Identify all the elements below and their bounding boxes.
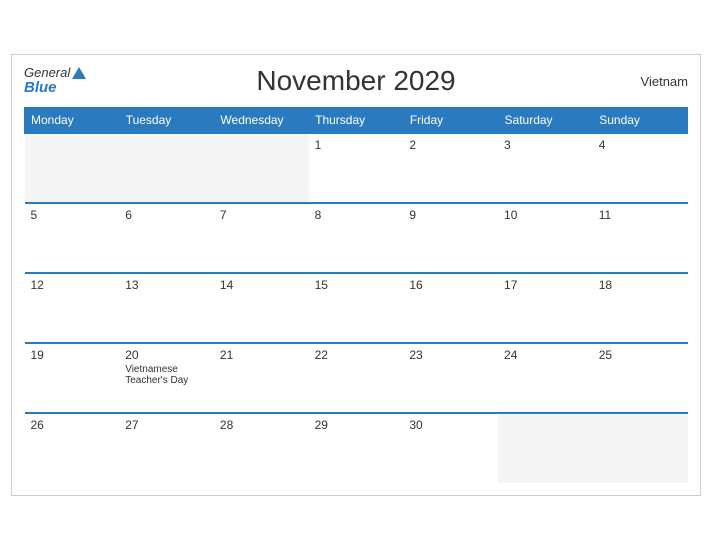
day-number: 12 bbox=[31, 278, 114, 292]
logo-blue-text: Blue bbox=[24, 80, 86, 97]
day-cell: 2 bbox=[403, 133, 498, 203]
day-cell: 12 bbox=[25, 273, 120, 343]
day-cell: 27 bbox=[119, 413, 214, 483]
day-cell: 7 bbox=[214, 203, 309, 273]
day-cell: 13 bbox=[119, 273, 214, 343]
day-number: 6 bbox=[125, 208, 208, 222]
weekday-tuesday: Tuesday bbox=[119, 108, 214, 134]
day-number: 23 bbox=[409, 348, 492, 362]
day-event: Vietnamese Teacher's Day bbox=[125, 364, 208, 386]
day-number: 11 bbox=[599, 208, 682, 222]
calendar-body: 1234567891011121314151617181920Vietnames… bbox=[25, 133, 688, 483]
day-number: 13 bbox=[125, 278, 208, 292]
day-cell: 26 bbox=[25, 413, 120, 483]
calendar-header: General Blue November 2029 Vietnam bbox=[24, 65, 688, 97]
day-number: 29 bbox=[315, 418, 398, 432]
day-number: 28 bbox=[220, 418, 303, 432]
day-number: 21 bbox=[220, 348, 303, 362]
day-cell: 5 bbox=[25, 203, 120, 273]
day-cell bbox=[119, 133, 214, 203]
day-cell: 4 bbox=[593, 133, 688, 203]
weekday-wednesday: Wednesday bbox=[214, 108, 309, 134]
day-number: 8 bbox=[315, 208, 398, 222]
day-cell: 18 bbox=[593, 273, 688, 343]
day-cell: 19 bbox=[25, 343, 120, 413]
day-cell bbox=[593, 413, 688, 483]
day-number: 30 bbox=[409, 418, 492, 432]
day-cell: 24 bbox=[498, 343, 593, 413]
calendar-title: November 2029 bbox=[256, 65, 455, 97]
calendar-country: Vietnam bbox=[641, 74, 688, 89]
day-cell bbox=[214, 133, 309, 203]
day-number: 2 bbox=[409, 138, 492, 152]
day-number: 20 bbox=[125, 348, 208, 362]
day-cell: 16 bbox=[403, 273, 498, 343]
day-cell: 3 bbox=[498, 133, 593, 203]
day-number: 9 bbox=[409, 208, 492, 222]
day-cell: 25 bbox=[593, 343, 688, 413]
weekday-saturday: Saturday bbox=[498, 108, 593, 134]
day-number: 18 bbox=[599, 278, 682, 292]
weekday-monday: Monday bbox=[25, 108, 120, 134]
day-number: 14 bbox=[220, 278, 303, 292]
day-number: 17 bbox=[504, 278, 587, 292]
day-number: 25 bbox=[599, 348, 682, 362]
week-row-1: 56789 10 11 bbox=[25, 203, 688, 273]
calendar-thead: Monday Tuesday Wednesday Thursday Friday… bbox=[25, 108, 688, 134]
day-cell: 11 bbox=[593, 203, 688, 273]
day-cell: 8 bbox=[309, 203, 404, 273]
day-cell: 21 bbox=[214, 343, 309, 413]
day-number: 3 bbox=[504, 138, 587, 152]
weekday-friday: Friday bbox=[403, 108, 498, 134]
day-number: 5 bbox=[31, 208, 114, 222]
weekday-sunday: Sunday bbox=[593, 108, 688, 134]
day-number: 22 bbox=[315, 348, 398, 362]
day-number: 26 bbox=[31, 418, 114, 432]
day-number: 15 bbox=[315, 278, 398, 292]
day-cell bbox=[498, 413, 593, 483]
day-number: 24 bbox=[504, 348, 587, 362]
day-cell: 28 bbox=[214, 413, 309, 483]
week-row-2: 12 13 14 15 16 17 18 bbox=[25, 273, 688, 343]
day-number: 10 bbox=[504, 208, 587, 222]
day-cell: 29 bbox=[309, 413, 404, 483]
day-cell: 20 Vietnamese Teacher's Day bbox=[119, 343, 214, 413]
week-row-0: 1234 bbox=[25, 133, 688, 203]
day-cell: 6 bbox=[119, 203, 214, 273]
day-cell: 14 bbox=[214, 273, 309, 343]
day-number: 4 bbox=[599, 138, 682, 152]
day-number: 1 bbox=[315, 138, 398, 152]
day-number: 16 bbox=[409, 278, 492, 292]
day-number: 27 bbox=[125, 418, 208, 432]
day-number: 19 bbox=[31, 348, 114, 362]
calendar-grid: Monday Tuesday Wednesday Thursday Friday… bbox=[24, 107, 688, 483]
day-cell: 10 bbox=[498, 203, 593, 273]
day-cell: 23 bbox=[403, 343, 498, 413]
logo-triangle-icon bbox=[72, 67, 86, 79]
logo: General Blue bbox=[24, 66, 86, 97]
calendar-container: General Blue November 2029 Vietnam Monda… bbox=[11, 54, 701, 496]
day-cell: 30 bbox=[403, 413, 498, 483]
day-cell: 1 bbox=[309, 133, 404, 203]
day-cell: 22 bbox=[309, 343, 404, 413]
week-row-4: 26 27 28 29 30 bbox=[25, 413, 688, 483]
week-row-3: 19 20 Vietnamese Teacher's Day 21 22 23 24 25 bbox=[25, 343, 688, 413]
weekday-thursday: Thursday bbox=[309, 108, 404, 134]
day-cell: 9 bbox=[403, 203, 498, 273]
day-number: 7 bbox=[220, 208, 303, 222]
weekday-row: Monday Tuesday Wednesday Thursday Friday… bbox=[25, 108, 688, 134]
logo-general-text: General bbox=[24, 66, 86, 80]
day-cell: 15 bbox=[309, 273, 404, 343]
day-cell: 17 bbox=[498, 273, 593, 343]
day-cell bbox=[25, 133, 120, 203]
